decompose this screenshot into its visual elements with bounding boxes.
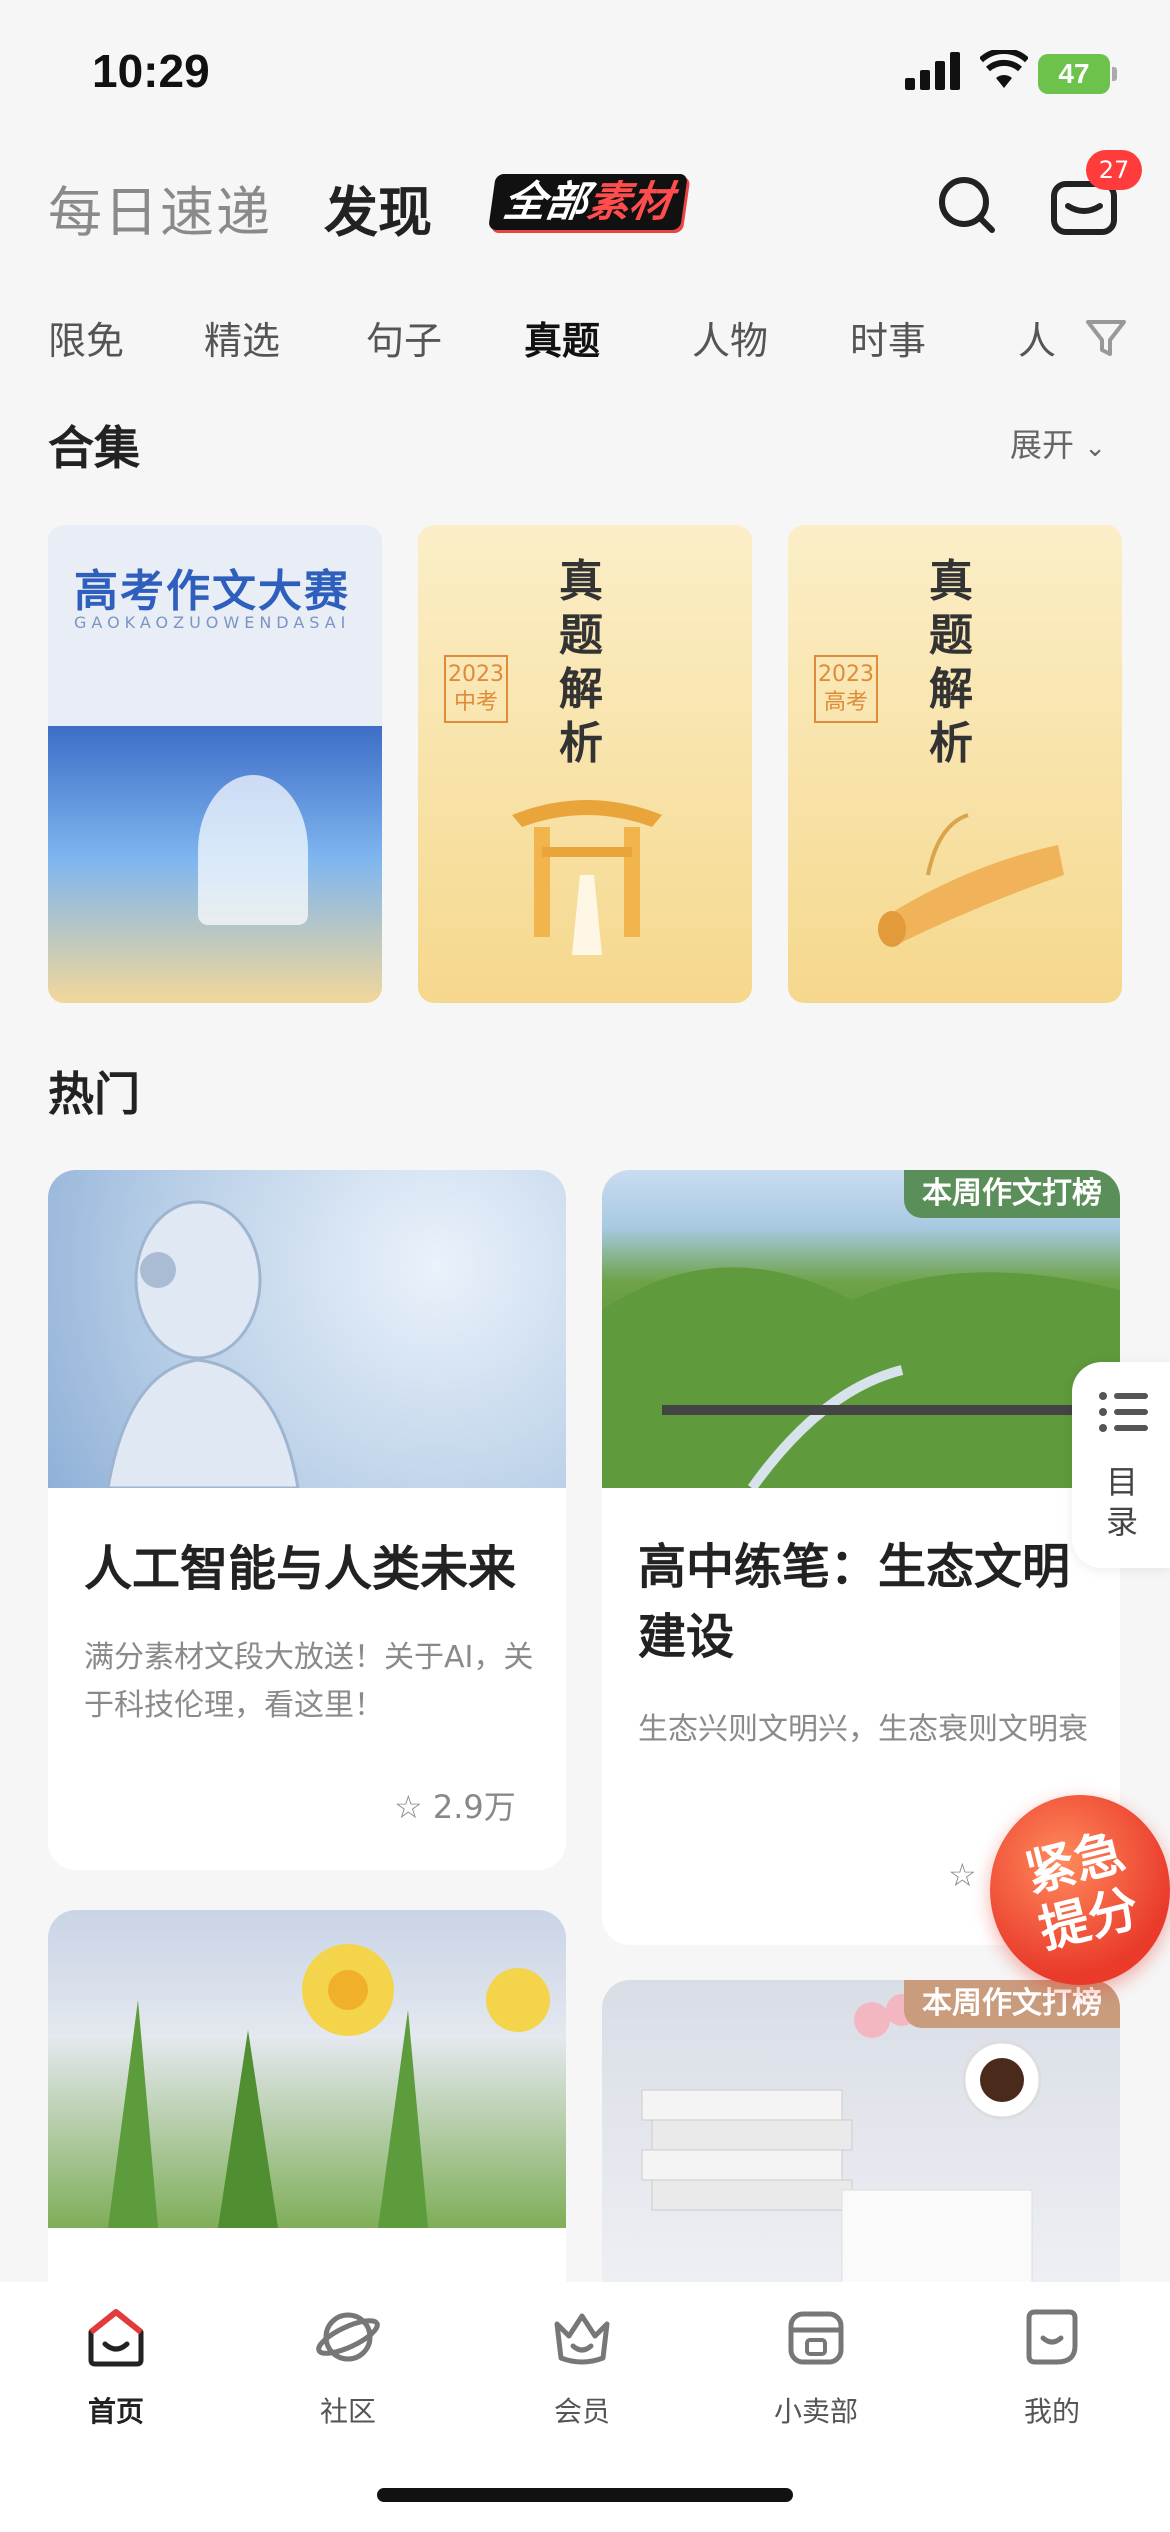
expand-button[interactable]: 展开 ⌄ bbox=[1010, 420, 1106, 466]
shop-icon bbox=[788, 2311, 844, 2365]
profile-icon bbox=[1026, 2309, 1078, 2365]
category-tabs: 限免 精选 句子 真题 人物 时事 人 bbox=[0, 300, 1170, 380]
hot-card[interactable]: 人工智能与人类未来 满分素材文段大放送！关于AI，关于科技伦理，看这里！ ☆ 2… bbox=[48, 1170, 566, 1870]
planet-icon bbox=[316, 2312, 380, 2362]
scroll-illustration bbox=[878, 813, 1064, 947]
chevron-down-icon: ⌄ bbox=[1084, 433, 1106, 463]
home-icon bbox=[88, 2309, 144, 2367]
collection-title: 真题解析 bbox=[929, 556, 973, 769]
nav-label: 会员 bbox=[553, 2395, 610, 2428]
nav-membership[interactable]: 会员 bbox=[502, 2302, 662, 2430]
collection-card[interactable]: 真题解析 2023 中考 bbox=[418, 525, 752, 1003]
tab-all-materials[interactable]: 全部素材 bbox=[488, 174, 688, 230]
tab-discover[interactable]: 发现 bbox=[324, 168, 432, 247]
hot-card[interactable]: 本周作文打榜 bbox=[602, 1980, 1120, 2310]
expand-label: 展开 bbox=[1010, 426, 1075, 464]
hot-title: 热门 bbox=[48, 1067, 140, 1121]
year-tag: 2023 中考 bbox=[444, 655, 508, 723]
top-header: 每日速递 发现 全部素材 27 bbox=[0, 150, 1170, 260]
wifi-icon bbox=[980, 50, 1028, 88]
weekly-rank-tag: 本周作文打榜 bbox=[904, 1980, 1120, 2028]
urgent-boost-button[interactable]: 紧急提分 bbox=[990, 1795, 1170, 1985]
all-materials-part2: 素材 bbox=[584, 177, 676, 226]
all-materials-part1: 全部 bbox=[500, 177, 592, 226]
nav-community[interactable]: 社区 bbox=[268, 2302, 428, 2430]
nav-label: 首页 bbox=[87, 2395, 144, 2428]
nav-label: 小卖部 bbox=[773, 2395, 858, 2428]
star-icon: ☆ bbox=[948, 1856, 977, 1894]
year-tag-year: 2023 bbox=[818, 662, 874, 687]
category-tab[interactable]: 时事 bbox=[850, 310, 926, 365]
star-icon: ☆ bbox=[394, 1788, 423, 1826]
card-description: 满分素材文段大放送！关于AI，关于科技伦理，看这里！ bbox=[84, 1640, 534, 1723]
collection-card[interactable]: 高考作文大赛 GAOKAOZUOWENDASAI bbox=[48, 525, 382, 1003]
illustration-figure bbox=[198, 775, 308, 925]
tab-daily-express[interactable]: 每日速递 bbox=[48, 168, 272, 247]
notification-badge: 27 bbox=[1086, 150, 1142, 190]
status-bar: 10:29 47 bbox=[0, 0, 1170, 140]
nav-home[interactable]: 首页 bbox=[36, 2302, 196, 2430]
collection-title: 高考作文大赛 bbox=[74, 566, 350, 617]
home-indicator[interactable] bbox=[377, 2488, 793, 2502]
list-icon bbox=[1099, 1392, 1148, 1432]
card-description: 生态兴则文明兴，生态衰则文明衰 bbox=[638, 1712, 1088, 1747]
gate-illustration bbox=[512, 800, 662, 955]
favorite-count[interactable]: ☆ bbox=[948, 1856, 977, 1894]
category-tab-active[interactable]: 真题 bbox=[524, 310, 600, 365]
category-tab[interactable]: 人物 bbox=[692, 310, 768, 365]
category-tab[interactable]: 人 bbox=[1018, 310, 1056, 365]
status-time: 10:29 bbox=[92, 45, 210, 97]
table-of-contents-button[interactable]: 目录 bbox=[1072, 1362, 1170, 1568]
nav-shop[interactable]: 小卖部 bbox=[736, 2302, 896, 2430]
year-tag: 2023 高考 bbox=[814, 655, 878, 723]
year-tag-level: 高考 bbox=[823, 690, 868, 715]
urgent-boost-label: 紧急提分 bbox=[1019, 1821, 1145, 1960]
search-icon[interactable] bbox=[934, 172, 1000, 238]
favorite-count[interactable]: ☆ 2.9万 bbox=[394, 1782, 516, 1828]
nav-label: 社区 bbox=[319, 2395, 376, 2428]
toc-label: 目录 bbox=[1105, 1463, 1138, 1541]
year-tag-level: 中考 bbox=[453, 690, 498, 715]
star-count: 2.9万 bbox=[432, 1788, 516, 1826]
hot-card[interactable] bbox=[48, 1910, 566, 2310]
category-tab[interactable]: 精选 bbox=[204, 310, 280, 365]
card-title: 高中练笔：生态文明建设 bbox=[638, 1539, 1071, 1665]
category-tab[interactable]: 句子 bbox=[366, 310, 442, 365]
category-tab[interactable]: 限免 bbox=[48, 310, 124, 365]
collection-subtitle: GAOKAOZUOWENDASAI bbox=[74, 613, 351, 632]
collection-title: 真题解析 bbox=[559, 556, 603, 769]
year-tag-year: 2023 bbox=[448, 662, 504, 687]
crown-icon bbox=[554, 2313, 610, 2365]
nav-profile[interactable]: 我的 bbox=[972, 2302, 1132, 2430]
card-title: 人工智能与人类未来 bbox=[84, 1541, 517, 1597]
daffodil-image bbox=[48, 1910, 566, 2228]
nav-label: 我的 bbox=[1023, 2395, 1080, 2428]
collections-title: 合集 bbox=[48, 421, 140, 475]
collection-card[interactable]: 真题解析 2023 高考 bbox=[788, 525, 1122, 1003]
ai-robot-image bbox=[48, 1170, 566, 1490]
battery-indicator: 47 bbox=[1038, 54, 1117, 94]
filter-icon[interactable] bbox=[1080, 312, 1132, 364]
weekly-rank-tag: 本周作文打榜 bbox=[904, 1170, 1120, 1218]
signal-icon bbox=[905, 52, 960, 90]
